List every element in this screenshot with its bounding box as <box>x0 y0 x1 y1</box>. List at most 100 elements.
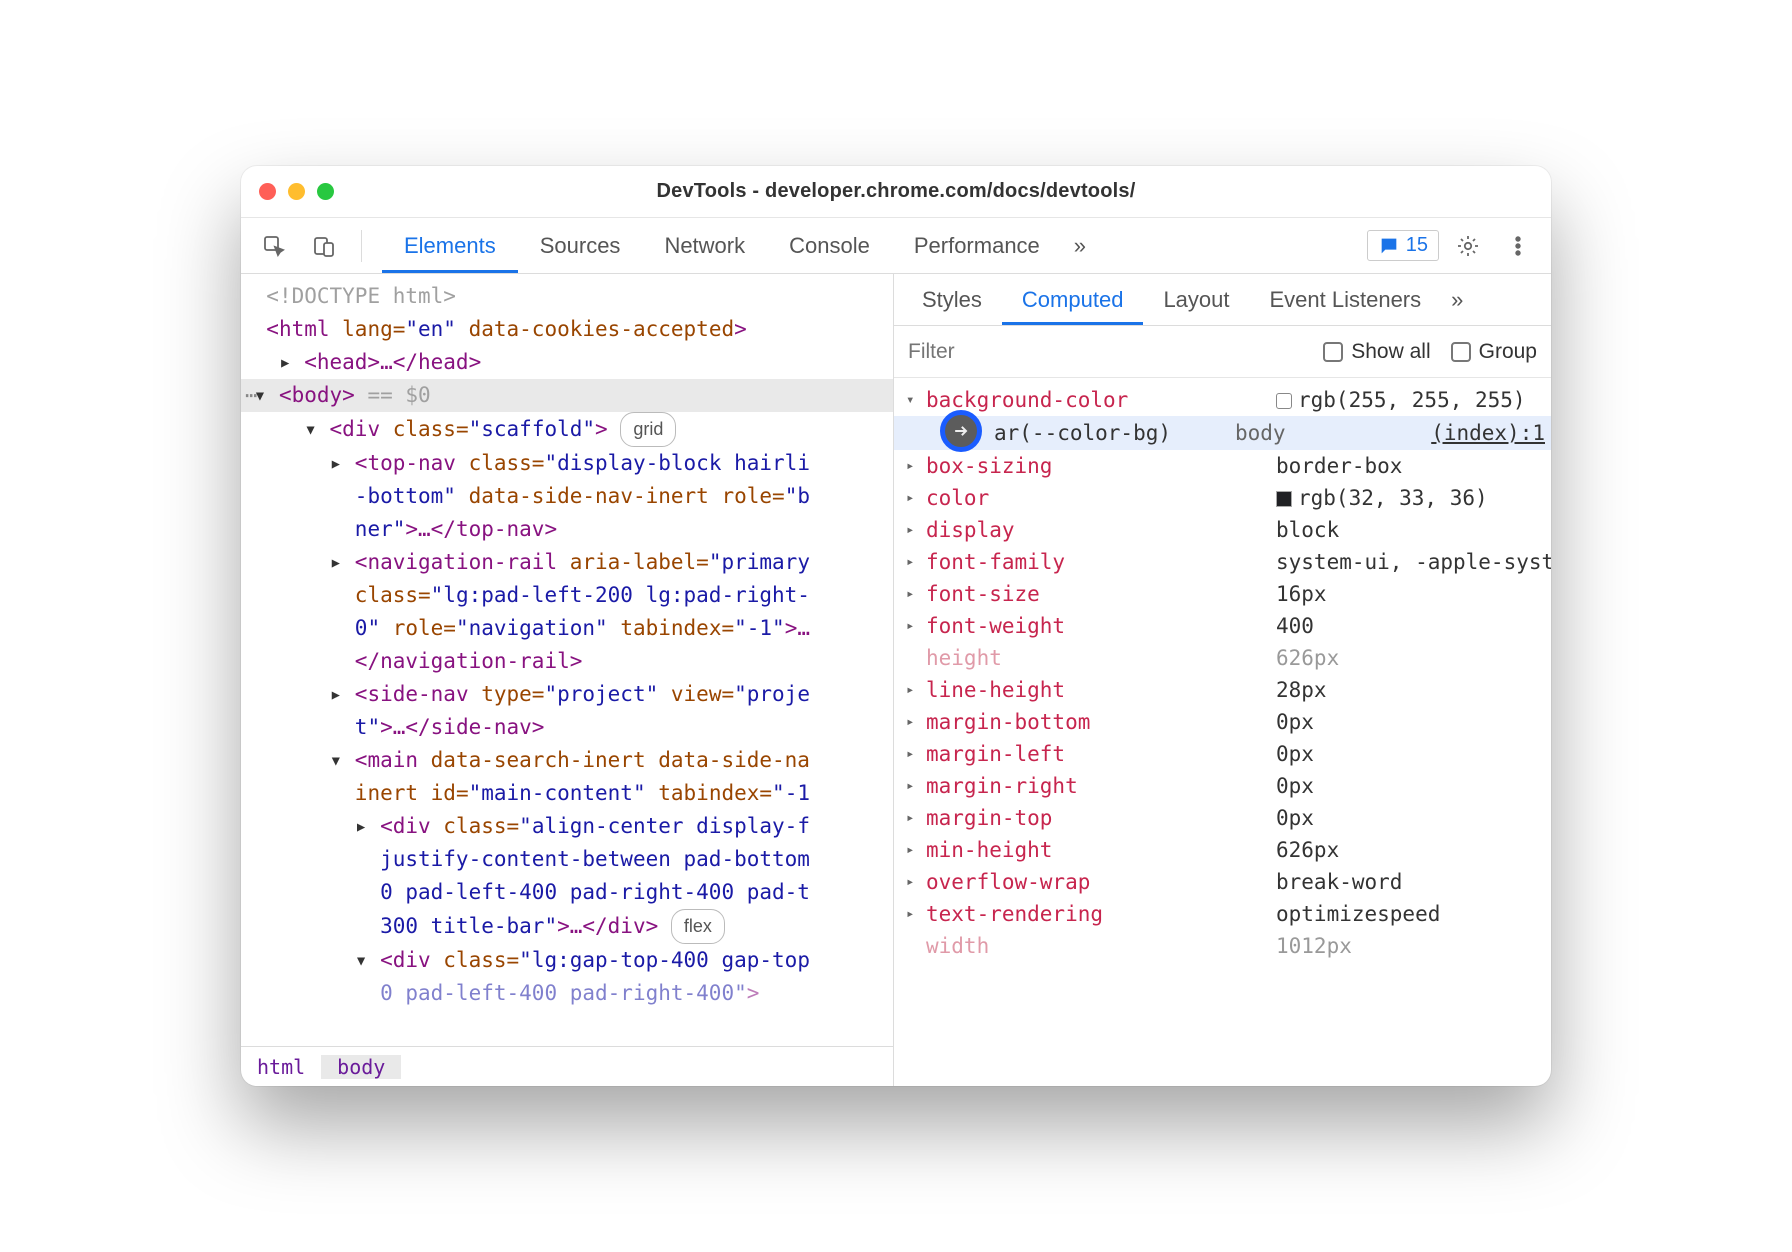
dom-node[interactable]: 0 pad-left-400 pad-right-400"> <box>241 977 893 1010</box>
trace-source-link[interactable]: (index):1 <box>1415 417 1551 449</box>
chevron-right-icon[interactable]: ▸ <box>906 450 920 482</box>
dom-node[interactable]: ▾ <div class="scaffold"> grid <box>241 412 893 447</box>
tab-styles[interactable]: Styles <box>902 274 1002 325</box>
computed-row[interactable]: ▸font-weight400 <box>894 610 1551 642</box>
dom-node[interactable]: ▸ <top-nav class="display-block hairli <box>241 447 893 480</box>
dom-node[interactable]: 0 pad-left-400 pad-right-400 pad-t <box>241 876 893 909</box>
dom-node[interactable]: </navigation-rail> <box>241 645 893 678</box>
chevron-right-icon[interactable]: ▸ <box>906 482 920 514</box>
computed-row[interactable]: ▸min-height626px <box>894 834 1551 866</box>
chevron-right-icon[interactable]: ▸ <box>906 706 920 738</box>
show-all-label: Show all <box>1351 340 1430 364</box>
computed-row[interactable]: ▸font-size16px <box>894 578 1551 610</box>
dom-node[interactable]: -bottom" data-side-nav-inert role="b <box>241 480 893 513</box>
chevron-down-icon[interactable]: ▾ <box>906 384 920 416</box>
tab-sources[interactable]: Sources <box>518 218 643 273</box>
computed-row[interactable]: ▸box-sizingborder-box <box>894 450 1551 482</box>
property-name: background-color <box>926 384 1276 416</box>
device-toolbar-icon[interactable] <box>303 225 345 267</box>
computed-row[interactable]: ▸line-height28px <box>894 674 1551 706</box>
computed-row[interactable]: ▸width1012px <box>894 930 1551 962</box>
tab-layout[interactable]: Layout <box>1143 274 1249 325</box>
dom-node[interactable]: ▸ <div class="align-center display-f <box>241 810 893 843</box>
dom-node[interactable]: ▾ <div class="lg:gap-top-400 gap-top <box>241 944 893 977</box>
gear-icon[interactable] <box>1447 225 1489 267</box>
checkbox-icon[interactable] <box>1276 393 1292 409</box>
property-value: break-word <box>1276 866 1551 898</box>
computed-list[interactable]: ▾background-colorrgb(255, 255, 255)ar(--… <box>894 378 1551 1086</box>
property-name: margin-left <box>926 738 1276 770</box>
computed-row[interactable]: ▸font-familysystem-ui, -apple-syst <box>894 546 1551 578</box>
property-name: line-height <box>926 674 1276 706</box>
property-name: color <box>926 482 1276 514</box>
dom-node[interactable]: ▾ <main data-search-inert data-side-na <box>241 744 893 777</box>
chevron-right-icon[interactable]: ▸ <box>906 610 920 642</box>
chevron-right-icon[interactable]: ▸ <box>906 674 920 706</box>
dom-node[interactable]: <!DOCTYPE html> <box>241 280 893 313</box>
computed-row[interactable]: ▸margin-top0px <box>894 802 1551 834</box>
property-name: display <box>926 514 1276 546</box>
chevron-right-icon[interactable]: ▸ <box>906 578 920 610</box>
tab-more[interactable]: » <box>1441 274 1473 325</box>
computed-row[interactable]: ▸colorrgb(32, 33, 36) <box>894 482 1551 514</box>
dom-node[interactable]: ▸ <navigation-rail aria-label="primary <box>241 546 893 579</box>
property-name: height <box>926 642 1276 674</box>
dom-node[interactable]: inert id="main-content" tabindex="-1 <box>241 777 893 810</box>
dom-node-selected[interactable]: ⋯ ▾ <body> == $0 <box>241 379 893 412</box>
titlebar: DevTools - developer.chrome.com/docs/dev… <box>241 166 1551 218</box>
dom-node[interactable]: 300 title-bar">…</div> flex <box>241 909 893 944</box>
dom-tree[interactable]: <!DOCTYPE html> <html lang="en" data-coo… <box>241 274 893 1046</box>
group-toggle[interactable]: Group <box>1451 340 1537 364</box>
minimize-icon[interactable] <box>288 183 305 200</box>
show-all-toggle[interactable]: Show all <box>1323 340 1430 364</box>
trace-scope: body <box>1235 417 1415 449</box>
tab-computed[interactable]: Computed <box>1002 274 1144 325</box>
main-toolbar: Elements Sources Network Console Perform… <box>241 218 1551 274</box>
dom-node[interactable]: ▸ <head>…</head> <box>241 346 893 379</box>
close-icon[interactable] <box>259 183 276 200</box>
dom-node[interactable]: t">…</side-nav> <box>241 711 893 744</box>
chevron-right-icon[interactable]: ▸ <box>906 738 920 770</box>
computed-row[interactable]: ▸displayblock <box>894 514 1551 546</box>
chevron-right-icon[interactable]: ▸ <box>906 866 920 898</box>
property-value: 0px <box>1276 770 1551 802</box>
computed-row[interactable]: ▸margin-right0px <box>894 770 1551 802</box>
tab-performance[interactable]: Performance <box>892 218 1062 273</box>
crumb-html[interactable]: html <box>241 1055 321 1079</box>
goto-source-icon[interactable] <box>940 410 982 452</box>
computed-row[interactable]: ▸text-renderingoptimizespeed <box>894 898 1551 930</box>
zoom-icon[interactable] <box>317 183 334 200</box>
computed-row[interactable]: ▸margin-left0px <box>894 738 1551 770</box>
chevron-right-icon[interactable]: ▸ <box>906 834 920 866</box>
computed-row[interactable]: ▸overflow-wrapbreak-word <box>894 866 1551 898</box>
crumb-body[interactable]: body <box>321 1055 401 1079</box>
dom-node[interactable]: class="lg:pad-left-200 lg:pad-right- <box>241 579 893 612</box>
property-name: text-rendering <box>926 898 1276 930</box>
dom-node[interactable]: ▸ <side-nav type="project" view="proje <box>241 678 893 711</box>
dom-node[interactable]: ner">…</top-nav> <box>241 513 893 546</box>
dom-node[interactable]: <html lang="en" data-cookies-accepted> <box>241 313 893 346</box>
color-swatch-icon[interactable] <box>1276 491 1292 507</box>
inspect-icon[interactable] <box>253 225 295 267</box>
dom-node[interactable]: 0" role="navigation" tabindex="-1">… <box>241 612 893 645</box>
dom-node[interactable]: justify-content-between pad-bottom <box>241 843 893 876</box>
tab-elements[interactable]: Elements <box>382 218 518 273</box>
chevron-right-icon[interactable]: ▸ <box>906 898 920 930</box>
chevron-right-icon[interactable]: ▸ <box>906 802 920 834</box>
chevron-right-icon[interactable]: ▸ <box>906 514 920 546</box>
tab-network[interactable]: Network <box>642 218 767 273</box>
computed-row[interactable]: ▾background-colorrgb(255, 255, 255) <box>894 384 1551 416</box>
computed-row[interactable]: ▸margin-bottom0px <box>894 706 1551 738</box>
tab-console[interactable]: Console <box>767 218 892 273</box>
elements-panel: <!DOCTYPE html> <html lang="en" data-coo… <box>241 274 894 1086</box>
computed-row[interactable]: ▸height626px <box>894 642 1551 674</box>
tab-more[interactable]: » <box>1062 218 1098 273</box>
filter-input[interactable] <box>908 340 1108 364</box>
chevron-right-icon[interactable]: ▸ <box>906 770 920 802</box>
issues-button[interactable]: 15 <box>1367 230 1439 261</box>
computed-trace-row[interactable]: ar(--color-bg)body(index):1 <box>894 416 1551 450</box>
tab-event-listeners[interactable]: Event Listeners <box>1250 274 1442 325</box>
kebab-icon[interactable] <box>1497 225 1539 267</box>
chevron-right-icon[interactable]: ▸ <box>906 546 920 578</box>
property-value: 626px <box>1276 642 1551 674</box>
